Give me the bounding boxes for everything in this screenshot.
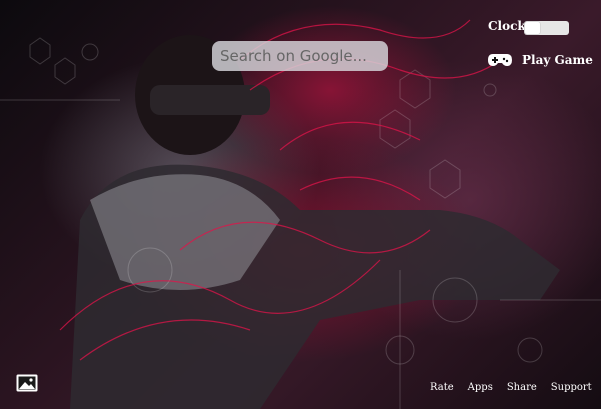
footer-link-rate[interactable]: Rate — [430, 382, 454, 393]
search-input[interactable] — [212, 41, 388, 71]
play-game-label: Play Game — [522, 53, 593, 67]
footer-link-share[interactable]: Share — [507, 382, 537, 393]
clock-toggle-knob — [525, 22, 540, 34]
image-icon[interactable] — [16, 374, 38, 392]
gamepad-icon — [488, 54, 512, 66]
play-game-button[interactable]: Play Game — [488, 51, 593, 69]
clock-label: Clock — [488, 19, 526, 33]
footer-link-support[interactable]: Support — [551, 382, 592, 393]
footer-link-apps[interactable]: Apps — [468, 382, 493, 393]
footer-links: Rate Apps Share Support — [430, 382, 592, 393]
clock-toggle[interactable] — [524, 21, 569, 35]
